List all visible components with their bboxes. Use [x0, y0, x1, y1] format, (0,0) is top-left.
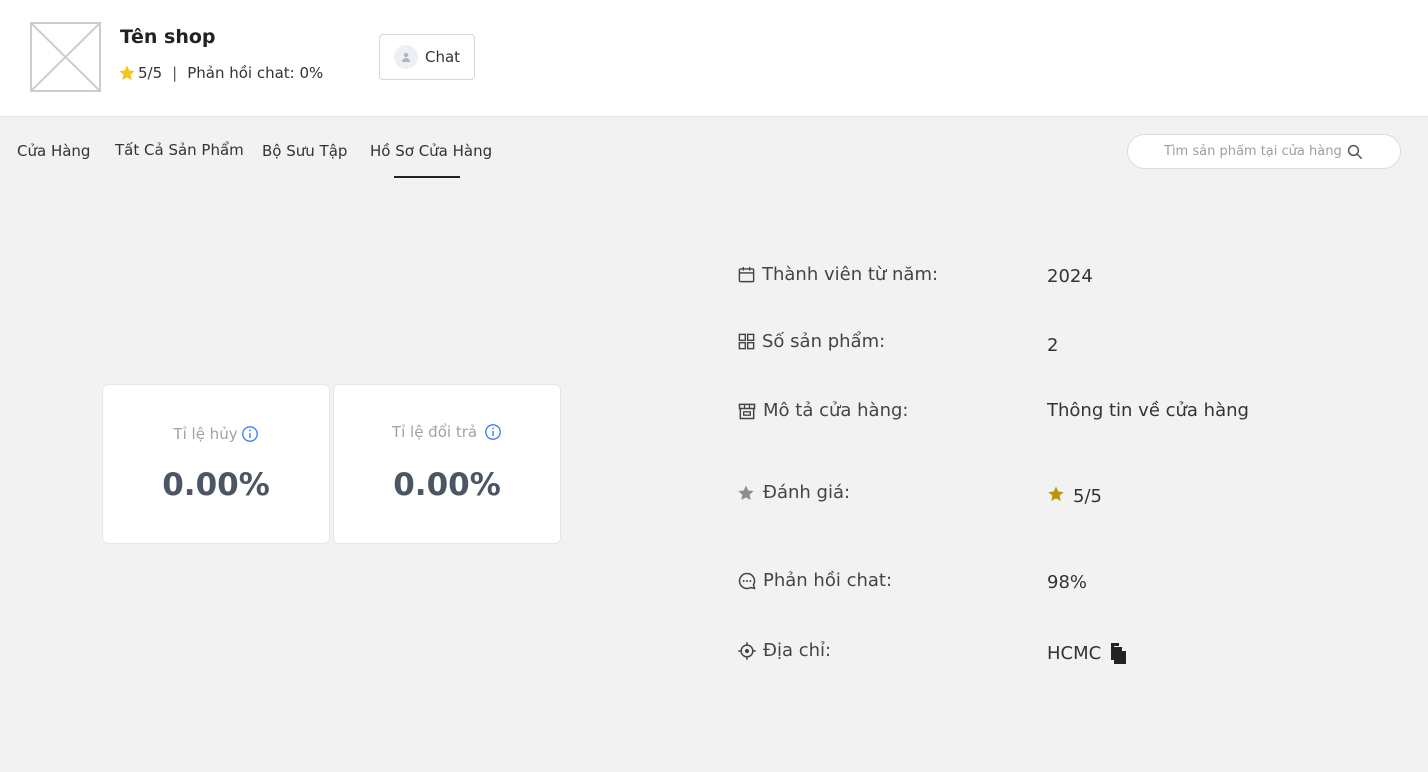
shop-logo — [30, 22, 101, 92]
return-rate-value: 0.00% — [393, 467, 501, 503]
chat-bubble-icon — [738, 572, 756, 590]
search-icon[interactable] — [1346, 143, 1364, 165]
shop-rating: 5/5 — [138, 64, 163, 82]
shop-meta: 5/5 | Phản hồi chat: 0% — [118, 64, 323, 82]
tab-collections[interactable]: Bộ Sưu Tập — [262, 142, 347, 160]
grid-icon — [738, 333, 755, 350]
star-icon — [119, 65, 135, 81]
info-description: Mô tả cửa hàng: Thông tin về cửa hàng — [737, 400, 1377, 430]
product-count-label: Số sản phẩm: — [762, 331, 886, 352]
description-label: Mô tả cửa hàng: — [763, 400, 909, 421]
address-value: HCMC — [1047, 642, 1102, 664]
chat-button[interactable]: Chat — [379, 34, 475, 80]
chat-button-label: Chat — [424, 48, 461, 66]
cancel-rate-card: Tỉ lệ hủy 0.00% — [102, 384, 330, 544]
tab-store[interactable]: Cửa Hàng — [17, 142, 90, 160]
tab-label: Bộ Sưu Tập — [262, 142, 348, 160]
member-since-key: Thành viên từ năm: — [737, 264, 938, 285]
store-icon — [738, 403, 756, 419]
tab-label: Tất Cả Sản Phẩm — [115, 141, 244, 159]
cancel-rate-label-row: Tỉ lệ hủy — [103, 425, 329, 443]
return-rate-card: Tỉ lệ đổi trả 0.00% — [333, 384, 561, 544]
calendar-icon — [738, 266, 755, 283]
star-icon — [738, 485, 754, 500]
shop-name: Tên shop — [120, 26, 216, 48]
search-input[interactable] — [1164, 144, 1344, 159]
address-label: Địa chỉ: — [763, 640, 832, 661]
description-value: Thông tin về cửa hàng — [1047, 400, 1249, 421]
info-member-since: Thành viên từ năm: 2024 — [737, 264, 1377, 294]
cancel-rate-label: Tỉ lệ hủy — [173, 425, 238, 443]
shop-chat-response: Phản hồi chat: 0% — [187, 64, 324, 82]
info-rating: Đánh giá: 5/5 — [737, 482, 1377, 512]
product-count-key: Số sản phẩm: — [737, 331, 885, 352]
shop-header: Tên shop 5/5 | Phản hồi chat: 0% Chat — [0, 0, 1428, 117]
user-icon — [393, 45, 418, 69]
chat-response-key: Phản hồi chat: — [737, 570, 892, 591]
copy-icon[interactable] — [1109, 642, 1129, 664]
description-key: Mô tả cửa hàng: — [737, 400, 908, 421]
tab-all-products[interactable]: Tất Cả Sản Phẩm — [115, 141, 244, 159]
rating-value-row: 5/5 — [1047, 486, 1102, 507]
chat-response-value: 98% — [1047, 572, 1088, 593]
star-icon — [1048, 486, 1064, 501]
tab-store-profile[interactable]: Hồ Sơ Cửa Hàng — [370, 142, 493, 178]
info-chat-response: Phản hồi chat: 98% — [737, 570, 1377, 600]
member-since-value: 2024 — [1047, 266, 1093, 287]
info-product-count: Số sản phẩm: 2 — [737, 331, 1377, 361]
image-placeholder-icon — [32, 24, 99, 90]
rating-label: Đánh giá: — [763, 482, 851, 503]
info-address: Địa chỉ: HCMC — [737, 640, 1377, 670]
rating-value: 5/5 — [1073, 486, 1102, 507]
cancel-rate-value: 0.00% — [162, 467, 270, 503]
member-since-label: Thành viên từ năm: — [762, 264, 939, 285]
return-rate-label-row: Tỉ lệ đổi trả — [334, 423, 560, 441]
address-key: Địa chỉ: — [737, 640, 831, 661]
active-tab-underline — [394, 176, 460, 178]
rating-key: Đánh giá: — [737, 482, 850, 503]
chat-response-label: Phản hồi chat: — [763, 570, 893, 591]
store-search — [1127, 134, 1401, 169]
tab-label: Hồ Sơ Cửa Hàng — [370, 142, 493, 160]
product-count-value: 2 — [1047, 335, 1059, 356]
meta-separator: | — [172, 64, 178, 82]
address-value-row: HCMC — [1047, 642, 1129, 664]
tab-label: Cửa Hàng — [17, 142, 91, 160]
info-icon[interactable] — [484, 423, 502, 441]
location-icon — [738, 641, 756, 660]
info-icon[interactable] — [241, 425, 259, 443]
return-rate-label: Tỉ lệ đổi trả — [391, 423, 478, 441]
